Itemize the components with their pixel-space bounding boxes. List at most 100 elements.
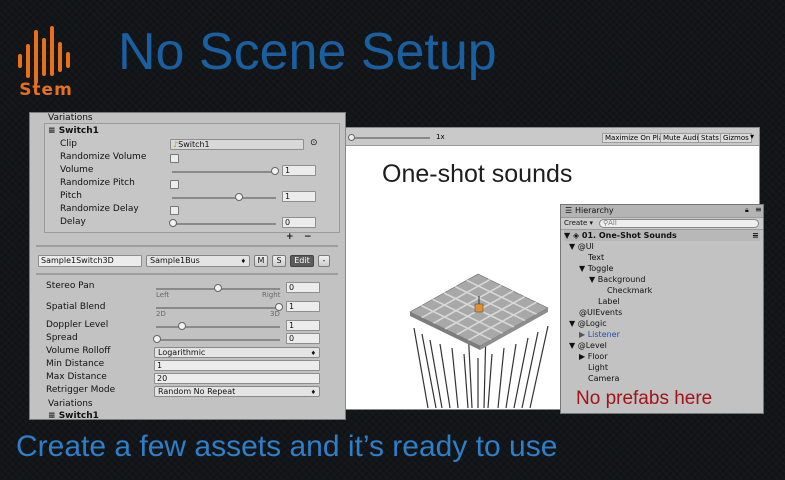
add-variation-button[interactable]: + xyxy=(286,232,294,242)
variations-label-2: Variations xyxy=(48,399,93,409)
no-prefabs-note: No prefabs here xyxy=(576,388,713,409)
hierarchy-tab[interactable]: ☰ Hierarchy 🔒︎ ≡ xyxy=(561,205,763,218)
volume-field[interactable]: 1 xyxy=(282,165,316,176)
divider xyxy=(36,273,338,275)
max-distance-field[interactable]: 20 xyxy=(154,373,320,384)
delay-field[interactable]: 0 xyxy=(282,217,316,228)
object-picker-icon[interactable]: ⊙ xyxy=(310,138,318,148)
hierarchy-row[interactable]: Light xyxy=(588,362,608,373)
hierarchy-row[interactable]: ▼ Background xyxy=(589,274,645,285)
hierarchy-search-input[interactable]: ⚲All xyxy=(599,219,759,228)
volume-rolloff-select[interactable]: Logarithmic xyxy=(154,347,320,358)
hierarchy-row[interactable]: ▶ Floor xyxy=(579,351,608,362)
scale-slider-knob[interactable] xyxy=(348,134,355,141)
clip-field[interactable]: ♪Switch1 xyxy=(170,139,304,150)
bus-select[interactable]: Sample1Bus xyxy=(146,255,250,267)
min-distance-field[interactable]: 1 xyxy=(154,360,320,371)
spread-label: Spread xyxy=(46,333,78,343)
hierarchy-panel: ☰ Hierarchy 🔒︎ ≡ Create ▾ ⚲All ▼ ◈ 01. O… xyxy=(560,204,764,414)
edit-button[interactable]: Edit xyxy=(290,255,314,267)
expand-arrow-icon: ▼ xyxy=(579,264,588,273)
solo-button[interactable]: S xyxy=(272,255,286,267)
create-dropdown[interactable]: Create ▾ xyxy=(564,219,593,227)
hierarchy-tab-icon: ☰ xyxy=(565,206,573,215)
spread-track[interactable] xyxy=(156,339,280,341)
mute-button[interactable]: M xyxy=(254,255,268,267)
panel-menu-icon[interactable]: ≡ xyxy=(755,205,762,214)
game-toolbar: 1x Maximize On Play Mute Audio Stats Giz… xyxy=(346,128,759,146)
minus-button[interactable]: - xyxy=(318,255,330,267)
switch-name-2: Switch1 xyxy=(58,411,99,420)
search-placeholder: All xyxy=(608,219,617,227)
expand-arrow-icon: ▼ xyxy=(569,242,578,251)
stereo-pan-field[interactable]: 0 xyxy=(286,282,320,293)
pitch-field[interactable]: 1 xyxy=(282,191,316,202)
hierarchy-row[interactable]: Checkmark xyxy=(607,285,652,296)
hierarchy-row[interactable]: Camera xyxy=(588,373,619,384)
stereo-pan-label: Stereo Pan xyxy=(46,281,95,291)
delay-slider-track[interactable] xyxy=(172,223,276,225)
blend-2d-label: 2D xyxy=(156,310,166,318)
randomize-pitch-label: Randomize Pitch xyxy=(60,178,135,188)
collapse-arrow-icon: ▶ xyxy=(579,330,588,339)
remove-variation-button[interactable]: − xyxy=(304,232,312,242)
scene-row[interactable]: ▼ ◈ 01. One-Shot Sounds ≡ xyxy=(564,230,760,241)
doppler-field[interactable]: 1 xyxy=(286,320,320,331)
gizmos-dropdown-icon[interactable]: ▾ xyxy=(750,132,754,141)
hierarchy-row-prefab[interactable]: ▶ Listener xyxy=(579,329,620,340)
hierarchy-row[interactable]: Label xyxy=(598,296,620,307)
caption: Create a few assets and it’s ready to us… xyxy=(16,430,558,463)
clip-value: Switch1 xyxy=(178,140,210,149)
scene-name: 01. One-Shot Sounds xyxy=(581,231,677,240)
hierarchy-tab-label: Hierarchy xyxy=(575,206,614,215)
volume-slider-knob[interactable] xyxy=(271,167,279,175)
volume-label: Volume xyxy=(60,165,94,175)
foldout-icon: ≡ xyxy=(48,411,59,420)
unity-scene-icon: ◈ xyxy=(572,231,582,240)
gizmos-button[interactable]: Gizmos xyxy=(720,133,752,143)
stats-button[interactable]: Stats xyxy=(698,133,722,143)
variation-foldout-2[interactable]: ≡ Switch1 xyxy=(48,411,99,420)
create-label: Create xyxy=(564,219,588,227)
scene-menu-icon[interactable]: ≡ xyxy=(752,230,759,241)
blend-3d-label: 3D xyxy=(270,310,280,318)
variation-foldout[interactable]: ≡ Switch1 xyxy=(48,126,99,136)
logo-wordmark: Stem xyxy=(19,80,73,100)
bank-name-field[interactable]: Sample1Switch3D xyxy=(38,255,142,267)
spatial-blend-field[interactable]: 1 xyxy=(286,301,320,312)
scale-slider-track[interactable] xyxy=(350,137,430,139)
retrigger-mode-select[interactable]: Random No Repeat xyxy=(154,386,320,397)
lock-icon[interactable]: 🔒︎ xyxy=(745,206,749,215)
delay-slider-knob[interactable] xyxy=(169,219,177,227)
spread-field[interactable]: 0 xyxy=(286,333,320,344)
hierarchy-row[interactable]: @UIEvents xyxy=(579,307,622,318)
scene-floor-render xyxy=(409,273,549,409)
volume-slider-track[interactable] xyxy=(172,171,276,173)
hierarchy-row[interactable]: ▼ @Logic xyxy=(569,318,607,329)
pitch-slider-knob[interactable] xyxy=(235,193,243,201)
randomize-pitch-checkbox[interactable] xyxy=(170,180,179,189)
randomize-delay-checkbox[interactable] xyxy=(170,206,179,215)
hierarchy-row[interactable]: ▼ @Level xyxy=(569,340,607,351)
spread-knob[interactable] xyxy=(153,335,161,343)
hierarchy-row[interactable]: ▼ @UI xyxy=(569,241,594,252)
expand-arrow-icon: ▼ xyxy=(589,275,598,284)
doppler-track[interactable] xyxy=(156,326,280,328)
stereo-pan-knob[interactable] xyxy=(214,284,222,292)
max-distance-label: Max Distance xyxy=(46,372,107,382)
randomize-volume-checkbox[interactable] xyxy=(170,154,179,163)
doppler-knob[interactable] xyxy=(178,322,186,330)
switch-name: Switch1 xyxy=(58,126,99,136)
pitch-slider-track[interactable] xyxy=(172,197,276,199)
doppler-label: Doppler Level xyxy=(46,320,109,330)
scale-label: 1x xyxy=(436,133,445,141)
hierarchy-row[interactable]: Text xyxy=(588,252,604,263)
expand-arrow-icon: ▼ xyxy=(564,231,573,240)
pan-right-label: Right xyxy=(262,291,281,299)
delay-label: Delay xyxy=(60,217,86,227)
min-distance-label: Min Distance xyxy=(46,359,105,369)
hierarchy-row[interactable]: ▼ Toggle xyxy=(579,263,613,274)
divider xyxy=(36,245,338,247)
expand-arrow-icon: ▼ xyxy=(569,341,578,350)
spatial-blend-track[interactable] xyxy=(156,307,280,309)
